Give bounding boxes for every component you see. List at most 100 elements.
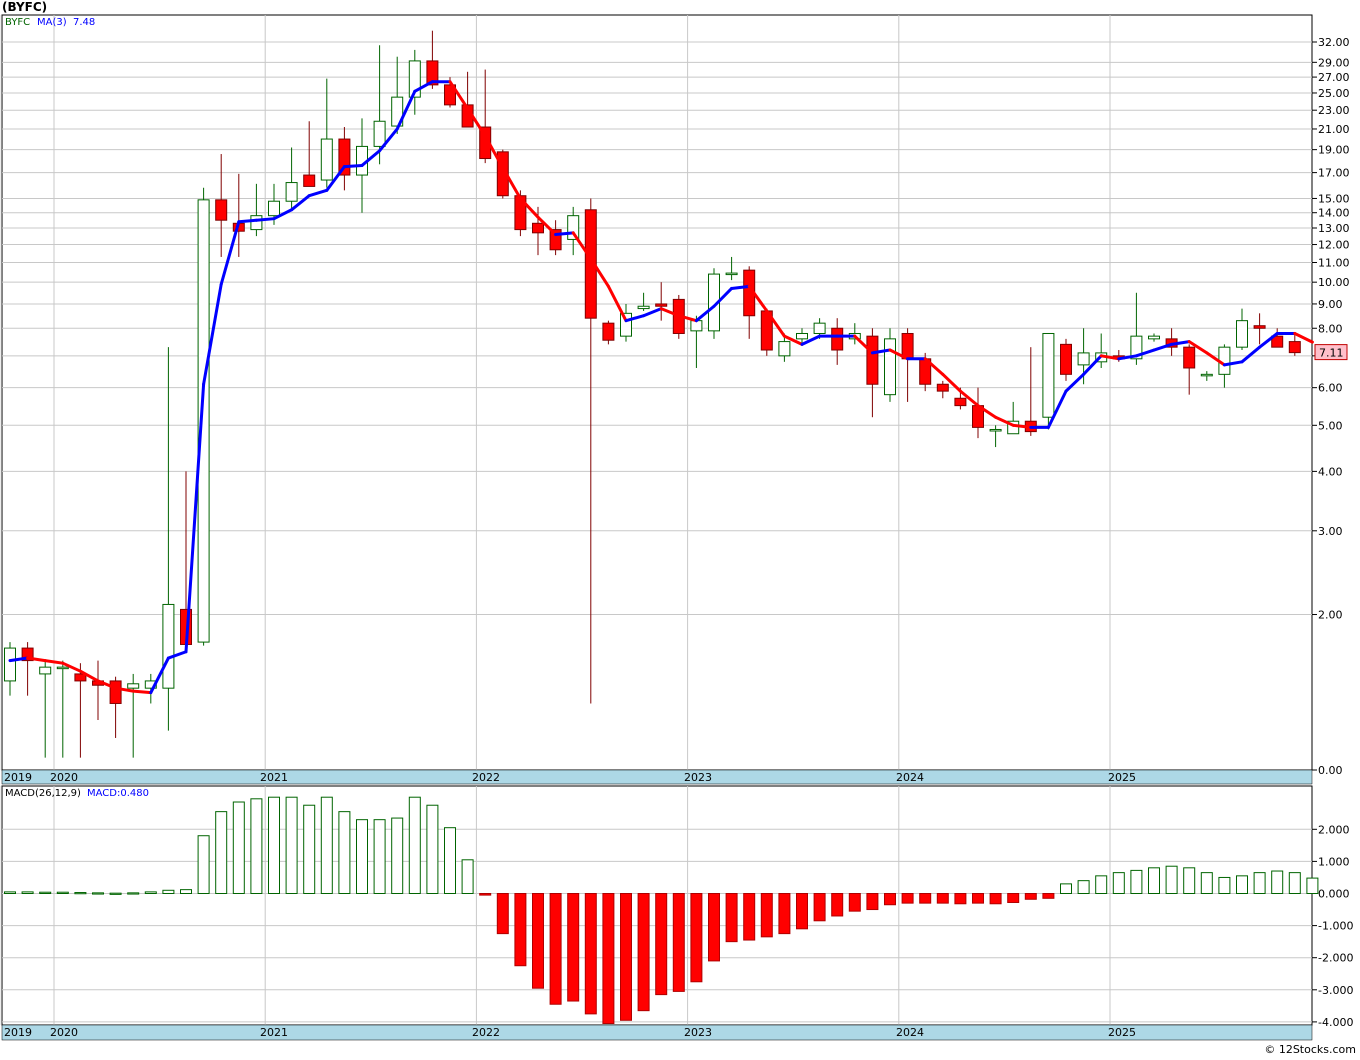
candle-body xyxy=(796,332,808,340)
macd-tick-label: 2.000 xyxy=(1318,823,1350,836)
price-tick-label: 17.00 xyxy=(1318,167,1350,180)
candle-body xyxy=(1236,320,1248,348)
macd-bar xyxy=(1200,872,1213,895)
price-tick-label: 9.00 xyxy=(1318,298,1343,311)
price-year-label: 2022 xyxy=(472,771,500,784)
macd-bar xyxy=(144,891,157,895)
macd-tick-label: -2.000 xyxy=(1318,952,1353,965)
macd-bar xyxy=(884,893,896,906)
candle-body xyxy=(1077,352,1090,366)
macd-bar xyxy=(320,796,333,895)
macd-bar xyxy=(479,893,492,896)
candle-body xyxy=(620,312,632,337)
macd-bar xyxy=(1306,877,1319,894)
macd-bar xyxy=(743,893,756,941)
macd-tick-label: -4.000 xyxy=(1318,1016,1353,1029)
macd-bar xyxy=(21,891,34,895)
macd-bar xyxy=(778,893,791,935)
candle-body xyxy=(637,305,650,310)
macd-bar xyxy=(391,817,404,894)
candle-body xyxy=(1200,373,1213,377)
macd-bar xyxy=(549,893,562,1005)
macd-bar xyxy=(197,835,210,894)
macd-year-label: 2020 xyxy=(50,1026,78,1039)
macd-tick-label: -3.000 xyxy=(1318,984,1353,997)
price-tick-label: 12.00 xyxy=(1318,239,1350,252)
candle-body xyxy=(989,428,1002,432)
candle-body xyxy=(4,647,16,682)
macd-bar xyxy=(954,893,967,905)
macd-bar xyxy=(1077,880,1090,894)
price-tick-label: 11.00 xyxy=(1318,257,1350,270)
macd-bar xyxy=(672,893,685,992)
candle-body xyxy=(39,666,52,675)
candle-body xyxy=(215,199,228,221)
macd-year-label: 2022 xyxy=(472,1026,500,1039)
macd-legend-value: MACD:0.480 xyxy=(87,788,149,799)
price-tick-label: 21.00 xyxy=(1318,123,1350,136)
macd-bar xyxy=(162,889,175,894)
macd-bar xyxy=(373,819,386,894)
price-legend-symbol: BYFC xyxy=(5,17,30,28)
price-year-label: 2019 xyxy=(4,771,32,784)
price-year-label: 2020 xyxy=(50,771,78,784)
price-year-label: 2024 xyxy=(896,771,924,784)
macd-bar xyxy=(655,893,668,996)
candle-body xyxy=(56,666,69,670)
chart-root: (BYFC) 32.00 29.00 27.00 25.00 23.00 21.00 19.… xyxy=(0,0,1360,1056)
price-tick-label: 6.00 xyxy=(1318,382,1343,395)
credit-text: © 12Stocks.com xyxy=(1264,1043,1356,1056)
macd-bar xyxy=(760,893,773,938)
macd-bar xyxy=(1060,883,1072,894)
macd-bar xyxy=(848,893,861,912)
chart-svg: 32.00 29.00 27.00 25.00 23.00 21.00 19.00 17.00… xyxy=(0,14,1353,1041)
macd-bar xyxy=(39,891,52,895)
price-legend-ma-label: MA(3) xyxy=(37,17,67,28)
candle-body xyxy=(532,222,544,234)
macd-tick-label: -1.000 xyxy=(1318,920,1353,933)
macd-bar xyxy=(1271,870,1284,895)
macd-bar xyxy=(936,893,949,904)
macd-bar xyxy=(1148,867,1160,895)
candle-body xyxy=(268,200,280,217)
macd-bar xyxy=(127,892,140,895)
chart-title: (BYFC) xyxy=(2,0,48,14)
price-tick-label: 14.00 xyxy=(1318,207,1350,220)
price-tick-label: 29.00 xyxy=(1318,56,1350,69)
macd-bar xyxy=(92,892,104,895)
macd-bar xyxy=(444,827,456,895)
candle-body xyxy=(954,397,967,407)
macd-bar xyxy=(1165,865,1178,895)
macd-bar xyxy=(866,893,879,911)
macd-bar xyxy=(215,811,228,895)
macd-bar xyxy=(74,892,87,895)
last-price-label: 7.11 xyxy=(1319,347,1344,360)
macd-bar xyxy=(250,798,263,894)
macd-bar xyxy=(637,893,650,1012)
macd-year-label: 2024 xyxy=(896,1026,924,1039)
macd-bar xyxy=(408,796,421,895)
candle-body xyxy=(602,322,615,341)
candle-body xyxy=(162,603,175,689)
macd-year-label: 2025 xyxy=(1108,1026,1136,1039)
macd-bar xyxy=(919,893,932,904)
macd-bar xyxy=(285,796,298,895)
macd-bar xyxy=(972,893,984,904)
macd-bar xyxy=(1236,875,1248,894)
ma-line-segment xyxy=(131,689,153,695)
ma-line-segment xyxy=(237,218,258,224)
macd-bar xyxy=(1130,869,1143,894)
macd-bar xyxy=(796,893,808,930)
macd-bar xyxy=(232,801,245,895)
ma-line-segment xyxy=(1011,423,1033,429)
price-tick-label: 10.00 xyxy=(1318,276,1350,289)
macd-bar xyxy=(532,893,544,989)
ma-line-segment xyxy=(342,163,364,169)
macd-bar xyxy=(725,893,738,943)
candle-body xyxy=(901,332,914,360)
macd-bar xyxy=(1042,893,1055,899)
macd-bar xyxy=(813,893,826,922)
candle-body xyxy=(655,303,668,307)
candle-body xyxy=(884,338,896,396)
macd-bar xyxy=(1007,893,1020,903)
